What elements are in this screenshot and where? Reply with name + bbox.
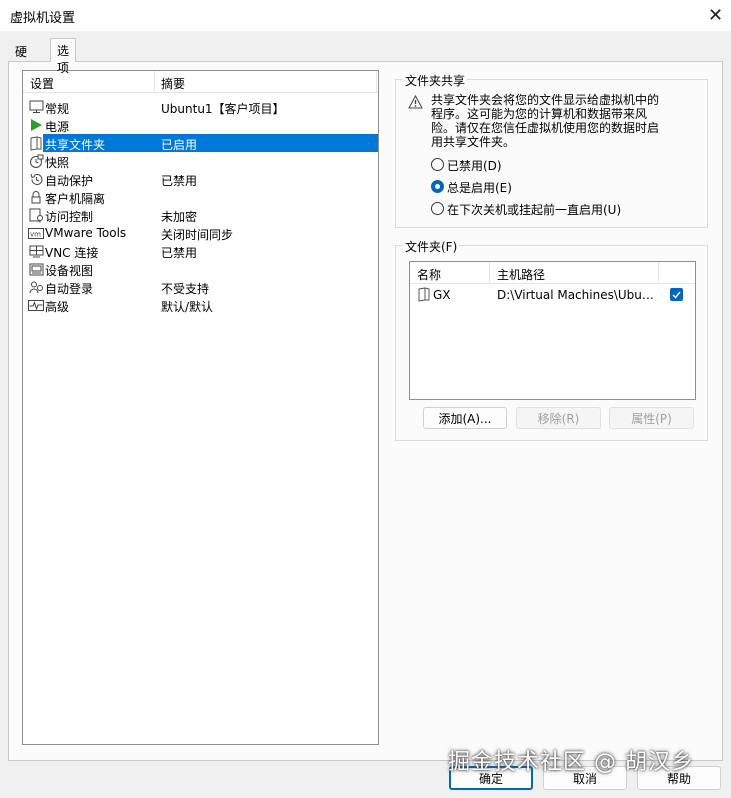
tab-hardware[interactable]: 硬件 (8, 40, 34, 76)
settings-row-vmware-tools[interactable]: vm VMware Tools 关闭时间同步 (23, 224, 378, 242)
setting-name: 自动保护 (45, 174, 94, 188)
column-host-path[interactable]: 主机路径 (497, 266, 545, 283)
title-bar: 虚拟机设置 ✕ (0, 0, 731, 31)
setting-summary: 关闭时间同步 (161, 228, 234, 242)
setting-name: 设备视图 (45, 264, 94, 278)
access-control-icon (28, 207, 44, 223)
radio-label: 已禁用(D) (447, 159, 502, 173)
folders-title: 文件夹(F) (403, 238, 460, 255)
pulse-icon (28, 297, 44, 313)
window-title: 虚拟机设置 (10, 11, 76, 26)
history-icon (28, 171, 44, 187)
tab-options[interactable]: 选项 (50, 38, 77, 75)
folder-sharing-title: 文件夹共享 (403, 72, 468, 89)
column-divider (154, 71, 155, 93)
properties-button[interactable]: 属性(P) (609, 407, 694, 429)
settings-row-autologin[interactable]: 自动登录 不受支持 (23, 278, 378, 296)
play-icon (28, 117, 44, 133)
setting-name: 快照 (45, 156, 70, 170)
radio-button[interactable] (431, 158, 444, 171)
settings-row-shared-folders[interactable]: 共享文件夹 已启用 (23, 134, 378, 152)
shared-folder-icon (28, 135, 44, 151)
radio-label: 在下次关机或挂起前一直启用(U) (447, 203, 622, 217)
vm-icon: vm (28, 225, 44, 241)
snapshot-icon (28, 153, 44, 169)
setting-summary: 未加密 (161, 210, 198, 224)
lock-icon (28, 189, 44, 205)
setting-summary: 已禁用 (161, 174, 198, 188)
settings-row-device-view[interactable]: 设备视图 (23, 260, 378, 278)
radio-label: 总是启用(E) (447, 181, 512, 195)
setting-summary: Ubuntu1【客户项目】 (161, 102, 285, 116)
add-button[interactable]: 添加(A)... (423, 407, 507, 429)
settings-list[interactable]: 设置 摘要 常规 Ubuntu1【客户项目】 电源 共享文件夹 已启用 快照 自… (22, 70, 379, 745)
setting-name: VNC 连接 (45, 246, 99, 260)
folders-table-header: 名称 主机路径 (410, 262, 695, 284)
settings-row-autoprotect[interactable]: 自动保护 已禁用 (23, 170, 378, 188)
setting-name: 访问控制 (45, 210, 94, 224)
warning-text: 共享文件夹会将您的文件显示给虚拟机中的程序。这可能为您的计算机和数据带来风险。请… (431, 93, 660, 149)
setting-summary: 已禁用 (161, 246, 198, 260)
setting-summary: 不受支持 (161, 282, 210, 296)
folder-sharing-group: 文件夹共享 共享文件夹会将您的文件显示给虚拟机中的程序。这可能为您的计算机和数据… (395, 72, 708, 228)
monitor-icon (28, 99, 44, 115)
setting-name: 电源 (45, 120, 70, 134)
warning-icon (408, 94, 424, 111)
close-button[interactable]: ✕ (700, 0, 731, 31)
column-divider (658, 262, 659, 284)
settings-row-power[interactable]: 电源 (23, 116, 378, 134)
setting-summary: 已启用 (161, 138, 198, 152)
settings-row-snapshots[interactable]: 快照 (23, 152, 378, 170)
checkmark-icon (672, 291, 681, 299)
remove-button[interactable]: 移除(R) (516, 407, 601, 429)
setting-name: 客户机隔离 (45, 192, 106, 206)
column-name[interactable]: 名称 (417, 266, 441, 283)
settings-row-isolation[interactable]: 客户机隔离 (23, 188, 378, 206)
folders-group: 文件夹(F) 名称 主机路径 GX D:\Virtual Machines\Ub… (395, 238, 708, 441)
vnc-icon (28, 243, 44, 259)
setting-name: 常规 (45, 102, 70, 116)
folder-name: GX (433, 288, 451, 302)
folders-table[interactable]: 名称 主机路径 GX D:\Virtual Machines\Ubuntu1\G… (409, 261, 696, 400)
settings-row-access-control[interactable]: 访问控制 未加密 (23, 206, 378, 224)
settings-row-advanced[interactable]: 高级 默认/默认 (23, 296, 378, 314)
shared-folder-icon (417, 287, 433, 303)
radio-button-checked[interactable] (431, 180, 444, 193)
setting-summary: 默认/默认 (161, 300, 214, 314)
vm-settings-dialog: 虚拟机设置 ✕ 硬件 选项 设置 摘要 常规 Ubuntu1【客户项目】 电源 (0, 0, 731, 798)
setting-name: 自动登录 (45, 282, 94, 296)
setting-name: 高级 (45, 300, 70, 314)
column-divider (489, 262, 490, 284)
users-icon (28, 279, 44, 295)
setting-name: VMware Tools (45, 226, 127, 240)
column-divider (376, 71, 377, 93)
setting-name: 共享文件夹 (45, 138, 106, 152)
radio-button[interactable] (431, 202, 444, 215)
settings-row-vnc[interactable]: VNC 连接 已禁用 (23, 242, 378, 260)
watermark-text: 掘金技术社区 @ 胡汉乡 (448, 750, 694, 775)
settings-list-header: 设置 摘要 (23, 71, 378, 93)
column-setting[interactable]: 设置 (30, 75, 54, 92)
settings-row-general[interactable]: 常规 Ubuntu1【客户项目】 (23, 98, 378, 116)
column-summary[interactable]: 摘要 (161, 75, 185, 92)
folder-path: D:\Virtual Machines\Ubuntu1\GX (497, 288, 657, 302)
folder-row[interactable]: GX D:\Virtual Machines\Ubuntu1\GX (410, 286, 695, 304)
folder-enabled-checkbox[interactable] (670, 288, 683, 301)
device-view-icon (28, 261, 44, 277)
svg-text:vm: vm (30, 230, 41, 238)
